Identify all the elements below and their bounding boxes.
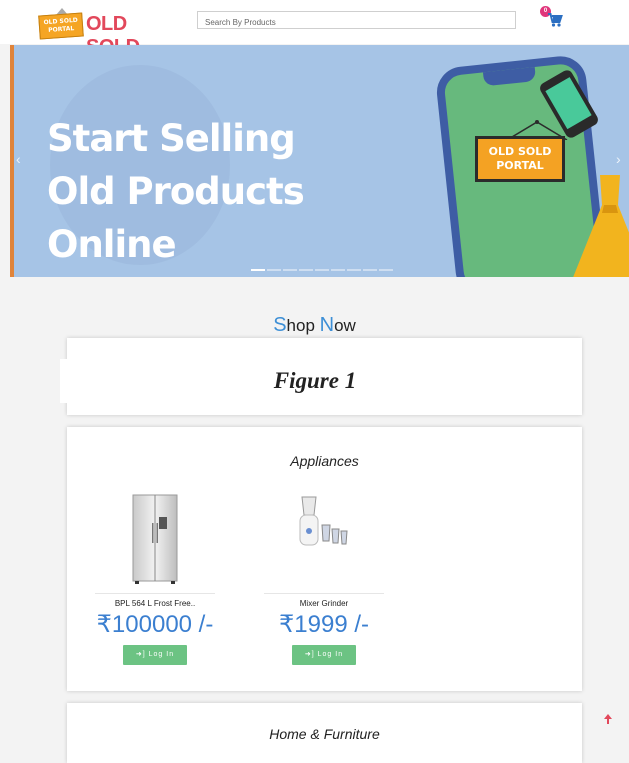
search-input[interactable] — [198, 14, 515, 31]
logo-sign-text: OLD SOLD PORTAL — [43, 16, 78, 34]
product-image-fridge[interactable] — [95, 487, 215, 594]
carousel-indicator[interactable] — [283, 269, 297, 271]
product-name[interactable]: Mixer Grinder — [264, 599, 384, 608]
search-box[interactable] — [197, 11, 516, 31]
top-header: OLD SOLD PORTAL OLD SOLD 0 — [0, 0, 629, 58]
login-icon: ➜] — [304, 651, 315, 658]
dress-illustration — [573, 175, 629, 277]
carousel-indicator[interactable] — [251, 269, 265, 271]
banner-line-2: Old Products — [47, 170, 305, 213]
carousel-indicator[interactable] — [299, 269, 313, 271]
product-card[interactable]: Mixer Grinder ₹1999 /- ➜] Log In — [264, 487, 384, 665]
home-furniture-section: Home & Furniture — [67, 703, 582, 763]
carousel-indicators — [251, 258, 395, 276]
shop-title-rest-1: hop — [286, 316, 320, 335]
carousel-prev-icon[interactable]: ‹ — [16, 151, 21, 167]
phone-notch — [482, 66, 537, 87]
appliances-title: Appliances — [290, 453, 359, 469]
carousel-indicator[interactable] — [363, 269, 377, 271]
site-logo[interactable]: OLD SOLD PORTAL OLD SOLD — [36, 6, 176, 58]
home-furniture-title: Home & Furniture — [269, 726, 380, 742]
portal-sign-line-1: OLD SOLD — [488, 145, 552, 158]
cart-button[interactable]: 0 — [539, 6, 569, 32]
login-button[interactable]: ➜] Log In — [292, 645, 356, 665]
figure-caption: Figure 1 — [60, 359, 570, 403]
login-button-label: Log In — [148, 651, 175, 658]
fridge-image — [132, 494, 178, 584]
carousel-edge — [10, 45, 14, 277]
product-image-mixer[interactable] — [264, 487, 384, 594]
portal-sign-text: OLD SOLD PORTAL — [478, 145, 562, 173]
carousel-next-icon[interactable]: › — [616, 151, 621, 167]
carousel-indicator[interactable] — [331, 269, 345, 271]
appliances-section: Appliances BPL 564 L Frost Free.. ₹10000… — [67, 427, 582, 691]
product-price: ₹1999 /- — [279, 611, 369, 638]
carousel-indicator[interactable] — [347, 269, 361, 271]
banner-headline: Start Selling Old Products Online — [47, 112, 377, 271]
product-card[interactable]: BPL 564 L Frost Free.. ₹100000 /- ➜] Log… — [95, 487, 215, 665]
shop-now-title: Shop Now — [0, 314, 629, 337]
portal-sign-line-2: PORTAL — [496, 159, 544, 172]
arrow-up-icon — [604, 714, 612, 724]
carousel-indicator[interactable] — [267, 269, 281, 271]
scroll-to-top-icon[interactable] — [604, 713, 612, 727]
logo-sign: OLD SOLD PORTAL — [38, 12, 84, 40]
banner-line-1: Start Selling — [47, 117, 296, 160]
carousel-indicator[interactable] — [315, 269, 329, 271]
login-button[interactable]: ➜] Log In — [123, 645, 187, 665]
portal-sign: OLD SOLD PORTAL — [475, 136, 565, 182]
login-icon: ➜] — [135, 651, 146, 658]
cart-icon — [548, 13, 563, 27]
shop-title-cap-n: N — [319, 314, 335, 336]
carousel-indicator[interactable] — [379, 269, 393, 271]
login-button-label: Log In — [317, 651, 344, 658]
product-price: ₹100000 /- — [96, 611, 214, 638]
shop-title-cap-s: S — [273, 314, 287, 336]
hero-carousel[interactable]: Start Selling Old Products Online ‹ › OL… — [10, 45, 629, 277]
shop-title-rest-2: ow — [334, 316, 356, 335]
product-name[interactable]: BPL 564 L Frost Free.. — [95, 599, 215, 608]
mixer-image — [299, 496, 348, 546]
